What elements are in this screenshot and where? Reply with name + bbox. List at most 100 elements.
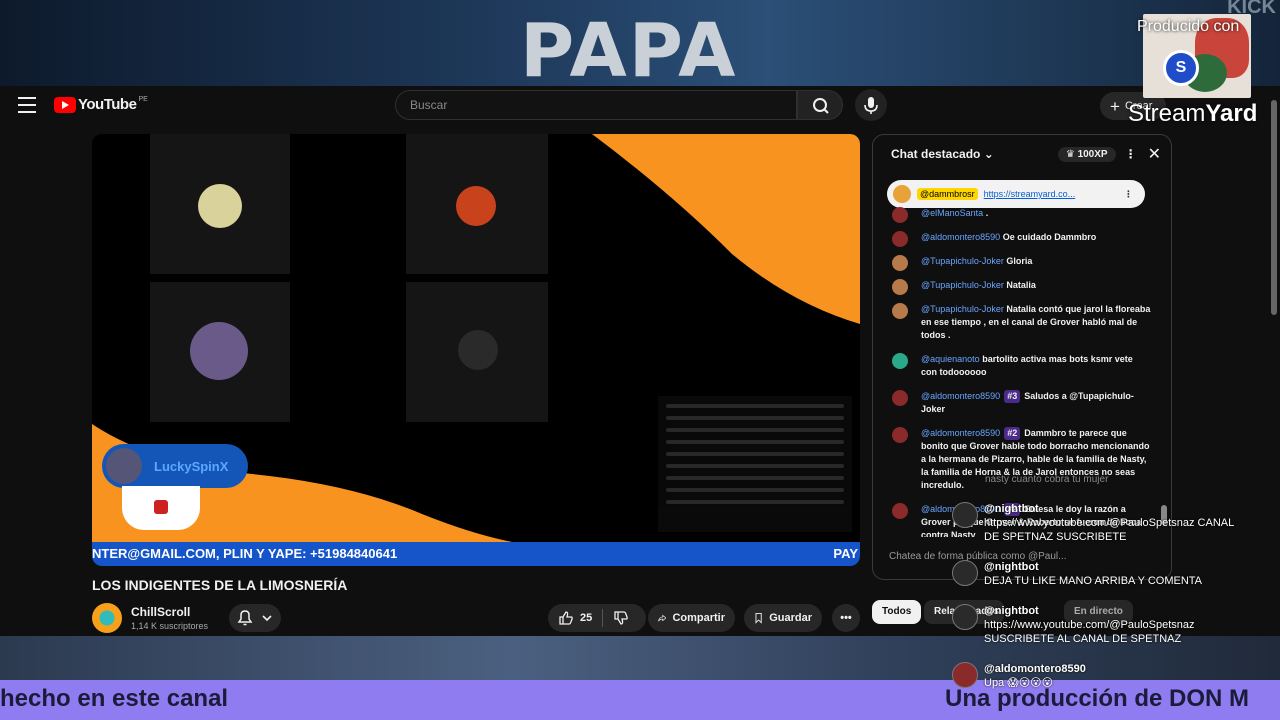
banner-title: PAPA — [520, 8, 738, 86]
participant-avatar — [190, 322, 248, 380]
thumbs-up-icon[interactable] — [558, 610, 574, 626]
pinned-message[interactable]: @dammbrosr https://streamyard.co... ⋮ — [887, 180, 1145, 208]
message-author[interactable]: @Tupapichulo-Joker — [921, 280, 1004, 290]
hamburger-menu-icon[interactable] — [18, 97, 36, 113]
brand-part-b: Yard — [1205, 100, 1258, 127]
search-button[interactable] — [797, 90, 843, 120]
pinned-link[interactable]: https://streamyard.co... — [984, 189, 1118, 199]
like-dislike-buttons[interactable]: 25 — [548, 604, 646, 632]
lucky-label: LuckySpinX — [154, 458, 229, 474]
overlay-message: @aldomontero8590 Upa 😱😮😮😮 — [952, 662, 1242, 690]
notifications-button[interactable] — [229, 604, 281, 632]
pinned-avatar — [893, 185, 911, 203]
chat-title: Chat destacado — [891, 147, 981, 161]
lucky-spin-badge: LuckySpinX — [102, 444, 248, 488]
channel-avatar[interactable] — [92, 603, 122, 633]
participant-avatar — [456, 186, 496, 226]
thumbs-down-icon[interactable] — [613, 610, 629, 626]
user-avatar — [892, 303, 908, 319]
page-scrollbar[interactable] — [1268, 86, 1280, 636]
user-avatar — [892, 231, 908, 247]
s-badge-icon: S — [1163, 50, 1199, 86]
bell-icon — [237, 610, 272, 626]
chat-mode-dropdown[interactable]: Chat destacado ⌄ — [891, 147, 1058, 161]
youtube-header: YouTube PE + Crear — [0, 86, 1268, 126]
chat-message: @aldomontero8590 Oe cuidado Dammbro — [873, 231, 1163, 247]
ticker-right-text: PAY — [833, 546, 858, 561]
save-label: Guardar — [769, 612, 812, 624]
filter-chip-all[interactable]: Todos — [872, 600, 922, 624]
message-author[interactable]: @aldomontero8590 — [921, 428, 1000, 438]
chat-message: @Tupapichulo-Joker Gloria — [873, 255, 1163, 271]
logo-text: YouTube — [78, 96, 137, 113]
share-button[interactable]: Compartir — [648, 604, 735, 632]
youtube-play-icon — [54, 96, 76, 113]
chat-options-icon[interactable]: ⋮ — [1124, 147, 1138, 161]
chat-message: @aquienanoto bartolito activa mas bots k… — [873, 353, 1163, 379]
user-avatar — [892, 255, 908, 271]
subscriber-count: 1,14 K suscriptores — [131, 621, 209, 631]
user-avatar — [892, 353, 908, 369]
pinned-options-icon[interactable]: ⋮ — [1124, 189, 1133, 200]
chat-header: Chat destacado ⌄ ♛ 100XP ⋮ ✕ — [873, 135, 1171, 173]
ticker-text: NTER@GMAIL.COM, PLIN Y YAPE: +5198484064… — [92, 546, 398, 561]
message-author[interactable]: @aquienanoto — [921, 354, 980, 364]
search-box — [395, 90, 797, 120]
user-avatar — [892, 503, 908, 519]
overlay-author: @aldomontero8590 — [984, 663, 1086, 675]
bottom-left-text: hecho en este canal — [0, 685, 229, 712]
streamyard-logo: StreamYard — [1128, 100, 1257, 128]
ticker-bar: NTER@GMAIL.COM, PLIN Y YAPE: +5198484064… — [92, 542, 860, 566]
share-icon — [658, 614, 667, 622]
voice-search-button[interactable] — [855, 89, 887, 121]
overlay-message: @nightbot https://www.youtube.com/@PauloS… — [952, 604, 1242, 646]
close-icon[interactable]: ✕ — [1148, 144, 1161, 164]
overlay-avatar — [952, 560, 978, 586]
youtube-logo[interactable]: YouTube PE — [54, 96, 148, 113]
chat-message: @elManoSanta . — [873, 207, 1163, 223]
message-author[interactable]: @Tupapichulo-Joker — [921, 304, 1004, 314]
overlay-avatar — [952, 604, 978, 630]
chat-message-list[interactable]: @elManoSanta . @aldomontero8590 Oe cuida… — [873, 207, 1163, 537]
chat-message: @aldomontero8590 #3 Saludos a @Tupapichulo… — [873, 390, 1163, 416]
participant-avatar — [458, 330, 498, 370]
save-button[interactable]: Guardar — [744, 604, 822, 632]
overlay-message: @nightbot https://www.youtube.com/@PauloS… — [952, 502, 1242, 544]
participant-avatar — [198, 184, 242, 228]
lucky-avatar — [106, 448, 142, 484]
country-code: PE — [138, 96, 148, 103]
overlay-avatar — [952, 662, 978, 688]
message-author[interactable]: @aldomontero8590 — [921, 232, 1000, 242]
overlay-text: DEJA TU LIKE MANO ARRIBA Y COMENTA — [984, 575, 1203, 587]
message-author[interactable]: @aldomontero8590 — [921, 391, 1000, 401]
search-icon — [813, 98, 829, 114]
message-author[interactable]: @elManoSanta — [921, 208, 983, 218]
chat-message: @Tupapichulo-Joker Natalia — [873, 279, 1163, 295]
message-text: . — [985, 208, 989, 218]
message-author[interactable]: @Tupapichulo-Joker — [921, 256, 1004, 266]
overlay-faint-comment: nasty cuanto cobra tu mujer — [985, 474, 1109, 485]
search-input[interactable] — [396, 91, 796, 119]
pinned-author: @dammbrosr — [917, 188, 978, 200]
share-label: Compartir — [672, 612, 725, 624]
more-actions-button[interactable]: ••• — [832, 604, 860, 632]
top-banner: PAPA KICK — [0, 0, 1280, 86]
overlay-message: @nightbot DEJA TU LIKE MANO ARRIBA Y COME… — [952, 560, 1242, 588]
rank-badge: #2 — [1004, 427, 1021, 440]
video-player[interactable]: LuckySpinX NTER@GMAIL.COM, PLIN Y YAPE: … — [92, 134, 860, 566]
produced-with-label: Producido con — [1137, 18, 1240, 35]
chat-message: @Tupapichulo-Joker Natalia contó que jar… — [873, 303, 1163, 342]
overlay-author: @nightbot — [984, 503, 1039, 515]
overlay-text: https://www.youtube.com/@PauloSpetsnaz S… — [984, 619, 1195, 645]
video-title: LOS INDIGENTES DE LA LIMOSNERÍA — [92, 577, 348, 593]
channel-name[interactable]: ChillScroll — [131, 605, 190, 619]
user-avatar — [892, 279, 908, 295]
scrollbar-thumb[interactable] — [1271, 100, 1277, 315]
brand-part-a: Stream — [1128, 100, 1206, 127]
xp-badge[interactable]: ♛ 100XP — [1057, 146, 1116, 162]
xp-value: 100XP — [1077, 148, 1108, 160]
message-text: Oe cuidado Dammbro — [1002, 232, 1097, 242]
more-horizontal-icon: ••• — [840, 612, 852, 624]
overlay-text: Upa 😱😮😮😮 — [984, 677, 1054, 689]
overlay-author: @nightbot — [984, 561, 1039, 573]
